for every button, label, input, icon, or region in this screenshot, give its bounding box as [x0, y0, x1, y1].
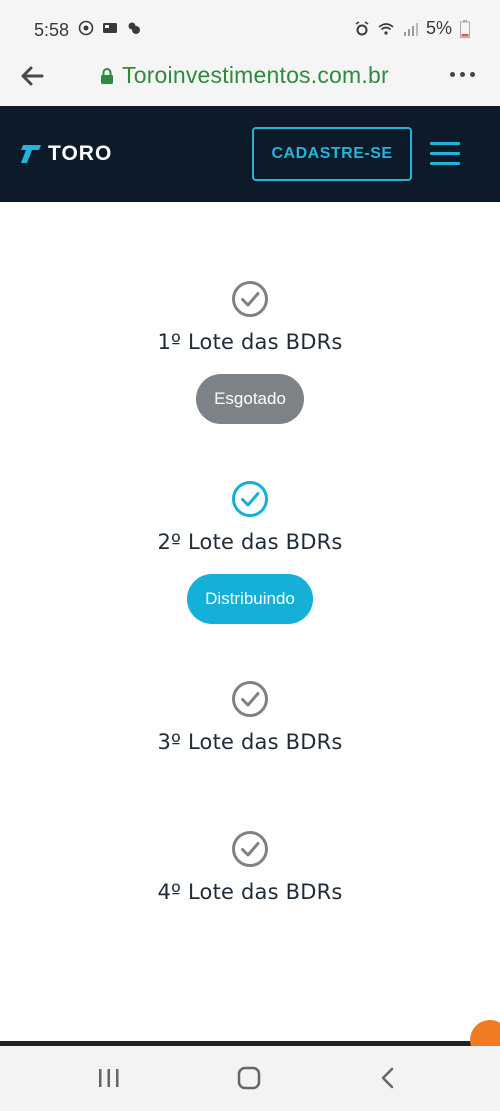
- hamburger-menu-icon[interactable]: [430, 142, 460, 166]
- signup-button[interactable]: CADASTRE-SE: [252, 127, 412, 181]
- browser-address-bar: Toroinvestimentos.com.br: [0, 60, 500, 106]
- weather-icon: [128, 22, 140, 34]
- logo-text: TORO: [48, 142, 113, 165]
- site-header: TORO CADASTRE-SE: [0, 106, 500, 202]
- check-circle-icon: [232, 481, 268, 517]
- whatsapp-icon: [78, 20, 94, 36]
- toro-logo[interactable]: TORO: [20, 142, 112, 166]
- lot-title: 3º Lote das BDRs: [157, 730, 343, 754]
- lock-icon: [101, 67, 113, 84]
- photo-icon: [103, 23, 117, 33]
- lot-title: 4º Lote das BDRs: [157, 880, 343, 904]
- lot-item-4: 4º Lote das BDRs: [0, 830, 500, 904]
- toro-logo-icon: [21, 145, 41, 163]
- status-bar: 5:58 5%: [0, 0, 500, 60]
- home-icon[interactable]: [236, 1066, 262, 1090]
- recent-apps-icon[interactable]: [96, 1066, 122, 1090]
- lot-item-2: 2º Lote das BDRs Distribuindo: [0, 480, 500, 624]
- check-circle-icon: [232, 681, 268, 717]
- back-icon[interactable]: [376, 1066, 402, 1090]
- status-right-icons: 5%: [354, 18, 470, 39]
- alarm-icon: [355, 20, 369, 35]
- status-left-icons: [78, 20, 142, 36]
- android-nav-bar: [0, 1046, 500, 1111]
- battery-percent: 5%: [425, 18, 452, 38]
- status-time: 5:58: [34, 20, 70, 40]
- status-badge-esgotado[interactable]: Esgotado: [196, 374, 304, 424]
- check-circle-icon: [232, 281, 268, 317]
- lot-title: 2º Lote das BDRs: [157, 530, 343, 554]
- wifi-icon: [378, 22, 394, 35]
- battery-icon: [460, 19, 470, 38]
- more-vert-icon[interactable]: [450, 68, 480, 80]
- url-field[interactable]: Toroinvestimentos.com.br: [100, 62, 389, 89]
- url-text: Toroinvestimentos.com.br: [122, 62, 389, 88]
- lot-item-3: 3º Lote das BDRs: [0, 680, 500, 754]
- check-circle-icon: [232, 831, 268, 867]
- lot-title: 1º Lote das BDRs: [157, 330, 343, 354]
- back-arrow-icon[interactable]: [18, 62, 46, 90]
- status-badge-distribuindo[interactable]: Distribuindo: [187, 574, 313, 624]
- lot-item-1: 1º Lote das BDRs Esgotado: [0, 280, 500, 424]
- signal-icon: [403, 22, 418, 36]
